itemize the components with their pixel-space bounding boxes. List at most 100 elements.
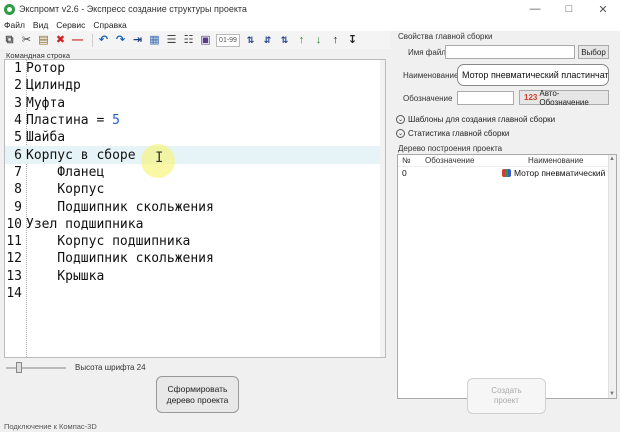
line-number: 8: [14, 182, 22, 198]
font-size-label: Высота шрифта 24: [75, 363, 146, 372]
close-window-icon[interactable]: ✕: [586, 0, 620, 18]
menu-view[interactable]: Вид: [29, 20, 52, 30]
editor-line[interactable]: 9 Подшипник скольжения: [5, 198, 385, 215]
editor-line[interactable]: 14: [5, 285, 385, 302]
line-number: 7: [14, 164, 22, 180]
editor-line[interactable]: 2 Цилиндр: [5, 77, 385, 94]
editor-line[interactable]: 1 Ротор: [5, 60, 385, 77]
arrow-up-icon[interactable]: ↑: [329, 34, 342, 47]
text-cursor-icon: I: [155, 150, 164, 166]
line-text: Муфта: [26, 95, 66, 111]
editor-line[interactable]: 3 Муфта: [5, 95, 385, 112]
arrow-down-bar-icon[interactable]: ↧: [346, 34, 359, 47]
editor-line[interactable]: 11 Корпус подшипника: [5, 233, 385, 250]
templates-expander[interactable]: ⌄ Шаблоны для создания главной сборки: [396, 115, 555, 124]
maximize-icon[interactable]: □: [552, 0, 586, 18]
designation-input[interactable]: [457, 91, 514, 105]
slider-thumb[interactable]: [16, 362, 22, 373]
cut-icon[interactable]: ✂: [20, 34, 33, 47]
tree-title: Дерево построения проекта: [398, 144, 503, 153]
numbers-icon: 123: [524, 93, 538, 102]
build-tree-label-1: Сформировать: [167, 383, 228, 394]
menu-bar: Файл Вид Сервис Справка: [0, 18, 620, 31]
build-tree-button[interactable]: Сформировать дерево проекта: [156, 376, 239, 413]
editor-line[interactable]: 8 Корпус: [5, 181, 385, 198]
numbering-button[interactable]: 01-99: [216, 33, 240, 47]
sort-alt-icon[interactable]: ⇅: [278, 34, 291, 47]
line-text: Фланец: [26, 164, 105, 180]
editor-line[interactable]: 13 Крышка: [5, 268, 385, 285]
list-icon[interactable]: ☰: [165, 34, 178, 47]
title-bar: Экспромт v2.6 - Экспресс создание структ…: [0, 0, 620, 18]
command-editor[interactable]: 1 Ротор 2 Цилиндр 3 Муфта 4 Пластина = 5 5 Ша…: [4, 59, 386, 358]
editor-line[interactable]: 7 Фланец: [5, 164, 385, 181]
arrow-up-green-icon[interactable]: ↑: [295, 34, 308, 47]
name-input[interactable]: Мотор пневматический пластинчат: [457, 64, 609, 86]
editor-line[interactable]: 10 Узел подшипника: [5, 216, 385, 233]
menu-service[interactable]: Сервис: [52, 20, 89, 30]
stats-expander[interactable]: ⌄ Статистика главной сборки: [396, 129, 509, 138]
arrow-down-green-icon[interactable]: ↓: [312, 34, 325, 47]
line-text: Крышка: [26, 268, 105, 284]
scroll-up-icon[interactable]: ▲: [609, 156, 615, 162]
app-logo-icon: [4, 3, 15, 15]
line-text: Цилиндр: [26, 78, 81, 94]
redo-icon[interactable]: ↷: [114, 34, 127, 47]
row-name: Мотор пневматический: [514, 168, 606, 178]
status-bar: Подключение к Компас-3D: [4, 421, 97, 431]
project-tree[interactable]: № Обозначение Наименование 0 Мотор пневм…: [397, 154, 617, 399]
editor-line-active[interactable]: 6 Корпус в сборе: [5, 146, 385, 164]
line-text: Ротор: [26, 61, 66, 77]
line-text: Корпус в сборе: [26, 147, 136, 163]
editor-line[interactable]: 12 Подшипник скольжения: [5, 250, 385, 267]
sort-down-icon[interactable]: ⇵: [261, 34, 274, 47]
scroll-down-icon[interactable]: ▼: [609, 391, 615, 397]
card-icon[interactable]: ▣: [199, 34, 212, 47]
line-number: 9: [14, 199, 22, 215]
templates-label: Шаблоны для создания главной сборки: [408, 115, 556, 124]
row-number: 0: [402, 168, 407, 178]
auto-designation-button[interactable]: 123 Авто-Обозначение: [519, 88, 609, 107]
line-number: 3: [14, 95, 22, 111]
list-check-icon[interactable]: ☷: [182, 34, 195, 47]
indent-icon[interactable]: ⇥: [131, 34, 144, 47]
editor-scrollbar[interactable]: [380, 60, 385, 357]
col-name[interactable]: Наименование: [502, 156, 616, 165]
line-value: 5: [112, 113, 120, 129]
line-text: Узел подшипника: [26, 216, 144, 232]
create-project-label-2: проект: [494, 396, 519, 405]
line-text: Пластина =: [26, 113, 113, 129]
row-name-cell: Мотор пневматический: [502, 168, 616, 178]
remove-line-icon[interactable]: —: [71, 34, 84, 47]
toolbar: ⧉ ✂ ▤ ✖ — ↶ ↷ ⇥ ▦ ☰ ☷ ▣ 01-99 ⇅ ⇵ ⇅ ↑ ↓ …: [0, 31, 390, 49]
create-project-label-1: Создать: [491, 386, 522, 395]
line-text: Корпус: [26, 182, 105, 198]
designation-label: Обозначение: [403, 94, 453, 103]
minimize-icon[interactable]: —: [518, 0, 552, 18]
line-number: 6: [14, 147, 22, 163]
auto-designation-label: Авто-Обозначение: [539, 88, 589, 107]
tree-scrollbar[interactable]: ▲ ▼: [608, 155, 616, 398]
font-size-slider[interactable]: [6, 362, 66, 373]
browse-button[interactable]: Выбор: [578, 45, 609, 59]
tree-row[interactable]: 0 Мотор пневматический: [398, 167, 616, 179]
chevron-down-icon: ⌄: [396, 115, 405, 124]
line-text: Подшипник скольжения: [26, 199, 214, 215]
col-designation[interactable]: Обозначение: [420, 156, 502, 165]
file-name-input[interactable]: [445, 45, 575, 59]
create-project-button[interactable]: Создать проект: [467, 378, 546, 414]
editor-line[interactable]: 5 Шайба: [5, 129, 385, 146]
sort-up-icon[interactable]: ⇅: [244, 34, 257, 47]
line-number: 2: [14, 78, 22, 94]
line-number: 1: [14, 61, 22, 77]
menu-help[interactable]: Справка: [89, 20, 130, 30]
editor-line[interactable]: 4 Пластина = 5: [5, 112, 385, 129]
copy-icon[interactable]: ⧉: [3, 34, 16, 47]
col-number[interactable]: №: [398, 156, 420, 165]
delete-icon[interactable]: ✖: [54, 34, 67, 47]
paste-icon[interactable]: ▤: [37, 34, 50, 47]
menu-file[interactable]: Файл: [0, 20, 29, 30]
undo-icon[interactable]: ↶: [97, 34, 110, 47]
main-assembly-title: Свойства главной сборки: [398, 32, 493, 41]
clipboard-icon[interactable]: ▦: [148, 34, 161, 47]
